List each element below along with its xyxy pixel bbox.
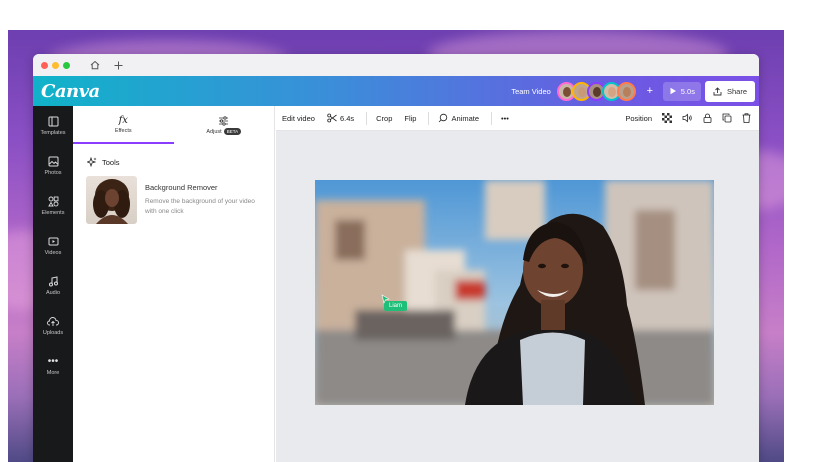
position-button[interactable]: Position [625, 114, 652, 123]
add-collaborator-button[interactable]: + [643, 84, 657, 98]
sidebar-item-more[interactable]: ••• More [33, 346, 73, 386]
sliders-icon [219, 115, 229, 126]
cursor-icon [381, 294, 390, 304]
fx-icon: fx [118, 114, 128, 126]
sidebar-item-uploads[interactable]: Uploads [33, 306, 73, 346]
audio-icon [48, 276, 58, 287]
browser-chrome [33, 54, 759, 76]
canva-logo[interactable]: Canva [41, 81, 100, 102]
more-options-button[interactable]: ••• [501, 114, 509, 123]
animate-button[interactable]: Animate [438, 113, 479, 123]
video-canvas[interactable]: Liam [315, 180, 714, 405]
sidebar-item-label: Elements [41, 210, 65, 216]
videos-icon [48, 237, 58, 246]
left-sidebar: Templates Photos Elements Videos Audio U… [33, 106, 73, 462]
sidebar-item-label: Audio [45, 290, 61, 296]
duplicate-icon[interactable] [722, 113, 732, 123]
tab-adjust[interactable]: Adjust BETA [174, 106, 275, 144]
sidebar-item-videos[interactable]: Videos [33, 226, 73, 266]
effects-panel: fx Effects Adjust BETA Tools Background … [73, 106, 275, 462]
collaborator-avatars[interactable] [556, 81, 636, 101]
sidebar-item-templates[interactable]: Templates [33, 106, 73, 146]
close-dot[interactable] [41, 61, 48, 69]
tool-thumbnail [86, 176, 137, 224]
tools-heading-label: Tools [102, 157, 120, 167]
elements-icon [47, 196, 58, 207]
sidebar-item-audio[interactable]: Audio [33, 266, 73, 306]
beta-badge: BETA [223, 127, 242, 135]
volume-icon[interactable] [682, 113, 693, 123]
lock-icon[interactable] [703, 113, 712, 123]
tab-effects[interactable]: fx Effects [73, 106, 174, 144]
sidebar-item-label: More [46, 369, 60, 376]
sidebar-item-label: Uploads [42, 330, 64, 336]
toolbar-divider [428, 111, 430, 125]
panel-tabs: fx Effects Adjust BETA [73, 106, 274, 144]
play-duration: 5.0s [680, 86, 695, 96]
crop-button[interactable]: Crop [376, 114, 392, 123]
sidebar-item-label: Videos [44, 250, 62, 256]
more-icon: ••• [47, 355, 59, 367]
sidebar-item-photos[interactable]: Photos [33, 146, 73, 186]
play-button[interactable]: 5.0s [662, 81, 701, 101]
share-button[interactable]: Share [704, 80, 755, 102]
toolbar-divider [366, 111, 368, 125]
team-name[interactable]: Team Video [511, 87, 550, 96]
share-icon [713, 86, 722, 95]
animate-label: Animate [451, 113, 479, 123]
scissors-icon [327, 113, 337, 123]
templates-icon [48, 116, 58, 127]
minimize-dot[interactable] [52, 61, 59, 69]
tab-label: Adjust [206, 128, 222, 135]
trim-button[interactable]: 6.4s [327, 113, 354, 123]
video-frame-image [315, 180, 714, 405]
editor-area: Edit video 6.4s Crop Flip Animate ••• Po… [276, 106, 759, 462]
avatar[interactable] [616, 81, 636, 101]
editor-toolbar: Edit video 6.4s Crop Flip Animate ••• Po… [276, 106, 759, 131]
flip-button[interactable]: Flip [404, 114, 416, 123]
trash-icon[interactable] [742, 113, 751, 123]
plus-icon[interactable] [114, 61, 123, 70]
transparency-icon[interactable] [662, 113, 672, 123]
woman-portrait-thumbnail [93, 179, 130, 224]
edit-video-button[interactable]: Edit video [282, 114, 315, 123]
background-remover-tool[interactable]: Background Remover Remove the background… [86, 176, 274, 224]
tool-description: Remove the background of your video with… [145, 198, 255, 215]
share-label: Share [726, 86, 747, 96]
sidebar-item-label: Photos [44, 170, 62, 176]
tool-title: Background Remover [145, 183, 218, 192]
app-window: Canva Team Video + 5.0s Share Templates … [33, 54, 759, 462]
tools-heading: Tools [87, 157, 274, 167]
top-bar: Canva Team Video + 5.0s Share [33, 76, 759, 106]
duration-label: 6.4s [339, 113, 355, 123]
play-icon [670, 87, 676, 95]
maximize-dot[interactable] [63, 61, 70, 69]
sidebar-item-label: Templates [40, 130, 66, 136]
photos-icon [48, 156, 58, 167]
tab-label: Effects [114, 127, 132, 134]
animate-icon [439, 113, 448, 123]
toolbar-divider [491, 111, 492, 125]
home-icon[interactable] [90, 60, 100, 70]
sidebar-item-elements[interactable]: Elements [33, 186, 73, 226]
sparkle-icon [87, 157, 97, 167]
uploads-icon [47, 317, 59, 326]
